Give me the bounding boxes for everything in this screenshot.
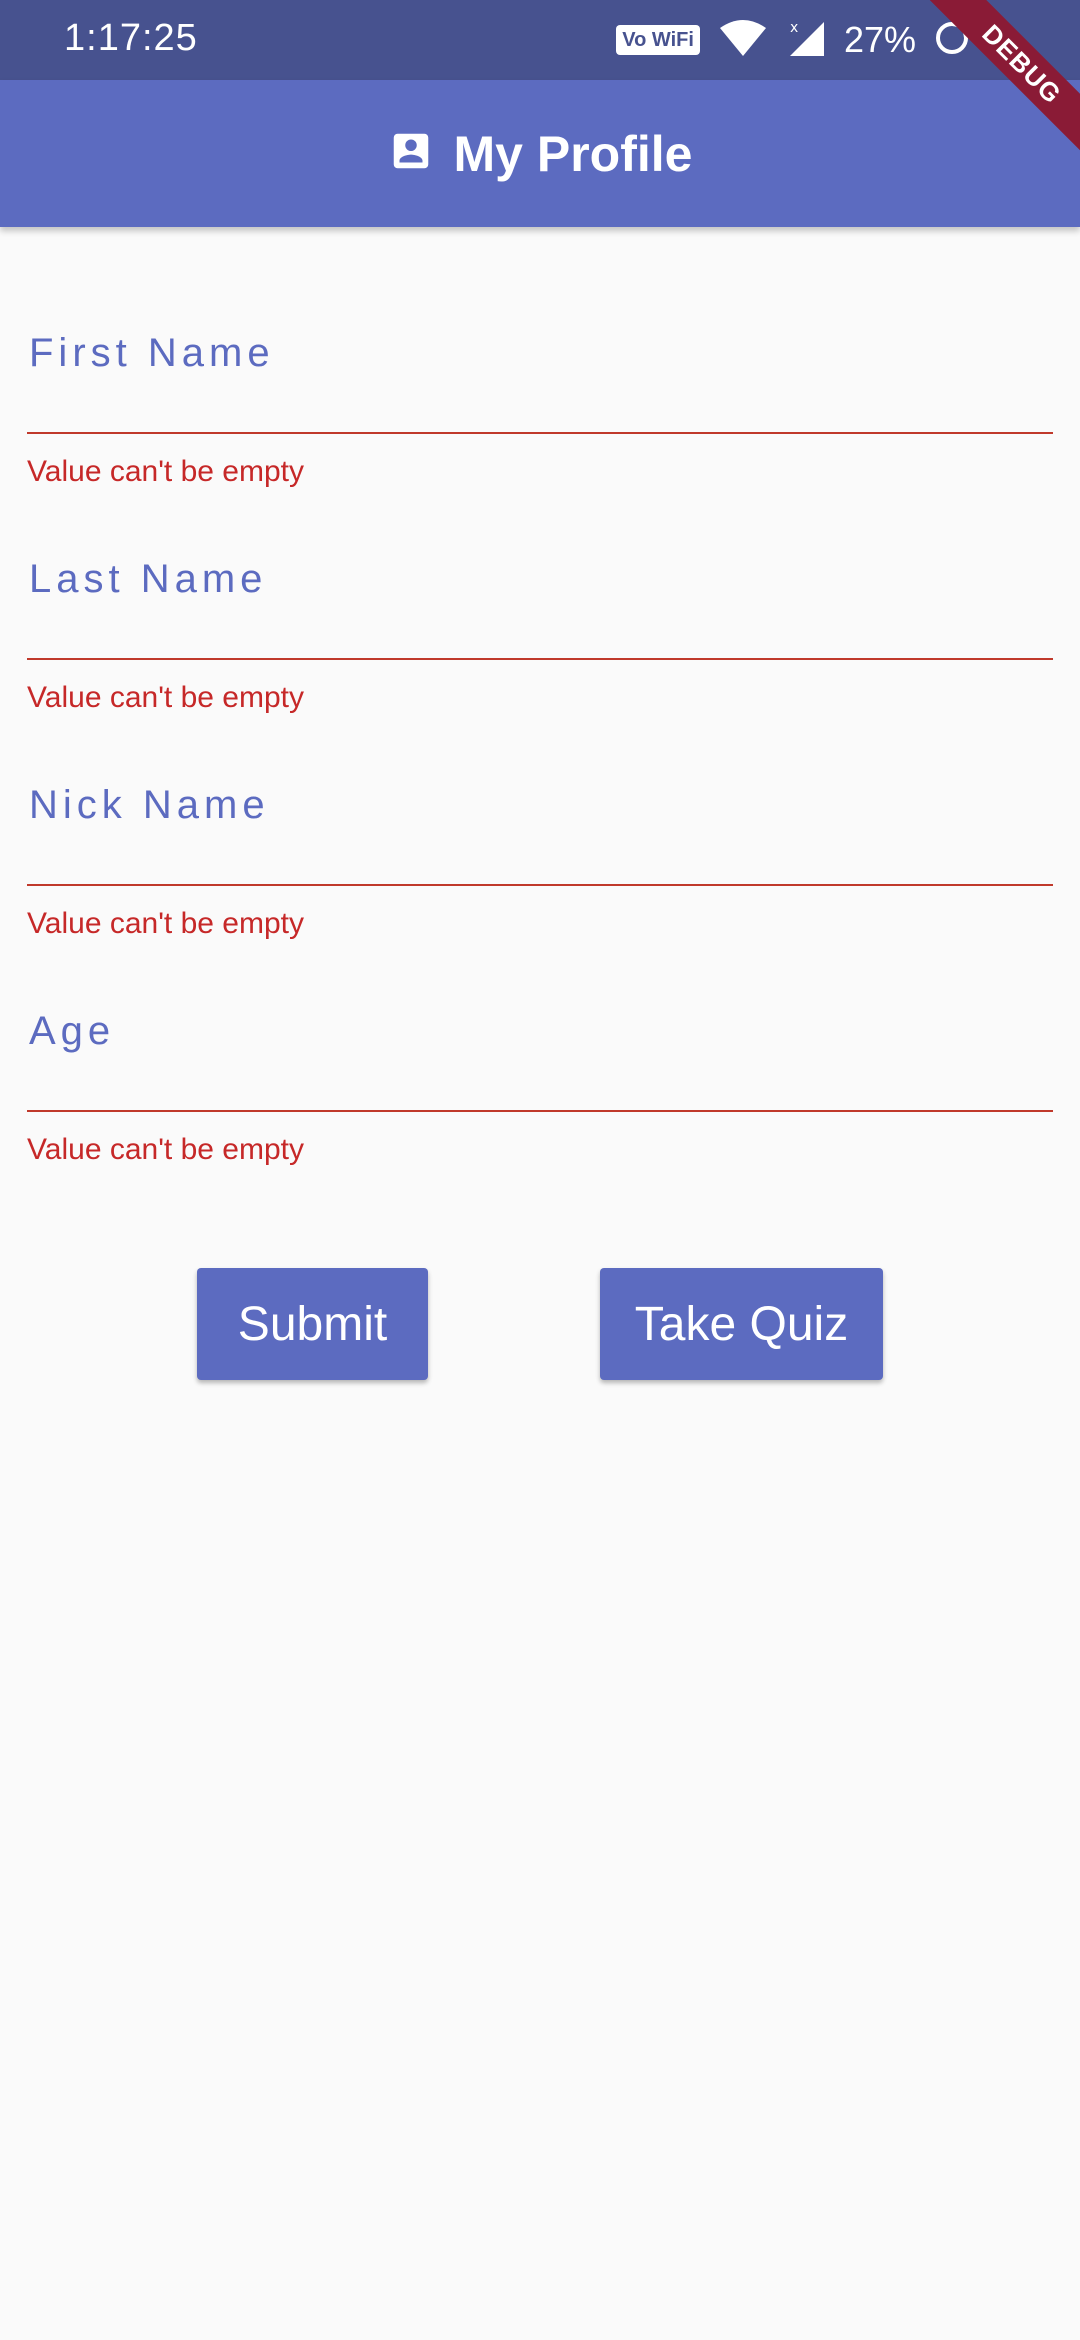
age-input[interactable]: [27, 995, 1053, 1065]
account-box-icon: [388, 128, 434, 179]
page-title: My Profile: [453, 125, 693, 182]
battery-percent: 27%: [843, 19, 916, 60]
first-name-input[interactable]: [27, 317, 1053, 387]
submit-button[interactable]: Submit: [197, 1268, 428, 1380]
age-field: Age Value can't be empty: [27, 905, 1053, 1166]
age-error: Value can't be empty: [27, 1133, 305, 1166]
first-name-field: First Name Value can't be empty: [27, 227, 1053, 488]
nick-name-input[interactable]: [27, 769, 1053, 839]
take-quiz-button[interactable]: Take Quiz: [600, 1268, 883, 1380]
signal-icon: x: [786, 18, 826, 63]
profile-form: First Name Value can't be empty Last Nam…: [27, 227, 1053, 1166]
last-name-input[interactable]: [27, 543, 1053, 613]
status-bar: 1:17:25 Vo WiFi x 27%: [0, 0, 1080, 80]
nick-name-field: Nick Name Value can't be empty: [27, 679, 1053, 940]
action-buttons: Submit Take Quiz: [0, 1268, 1080, 1380]
wifi-icon: [718, 18, 768, 63]
last-name-underline: [27, 658, 1053, 660]
status-icons: Vo WiFi x 27%: [616, 14, 970, 66]
svg-text:x: x: [790, 20, 798, 36]
age-underline: [27, 1110, 1053, 1112]
nick-name-underline: [27, 884, 1053, 886]
status-time: 1:17:25: [64, 17, 198, 59]
first-name-underline: [27, 432, 1053, 434]
battery-icon: [934, 18, 970, 63]
app-bar: My Profile: [0, 80, 1080, 227]
last-name-field: Last Name Value can't be empty: [27, 453, 1053, 714]
vowifi-badge: Vo WiFi: [616, 25, 700, 55]
